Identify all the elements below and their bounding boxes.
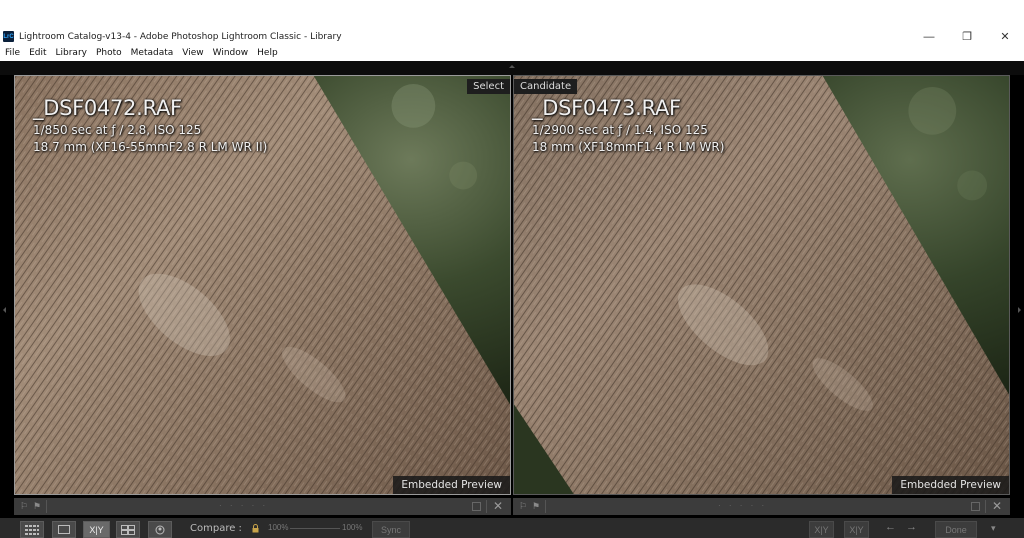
lightroom-app-icon: LrC — [3, 31, 14, 42]
toolbar-menu-chevron-icon[interactable]: ▾ — [991, 523, 996, 534]
minimize-button[interactable]: — — [910, 28, 948, 45]
grid-icon — [25, 524, 39, 535]
right-panel-arrow-icon[interactable] — [1018, 307, 1021, 313]
done-button[interactable]: Done — [935, 521, 977, 538]
star-rating[interactable]: · · · · · — [219, 501, 268, 510]
divider — [545, 500, 546, 513]
restore-button[interactable]: ❐ — [948, 28, 986, 45]
select-photo-panel[interactable]: Select _DSF0472.RAF 1/850 sec at ƒ / 2.8… — [14, 75, 511, 495]
sync-button[interactable]: Sync — [372, 521, 410, 538]
color-label-icon[interactable] — [472, 502, 481, 511]
survey-icon — [121, 524, 135, 535]
divider — [46, 500, 47, 513]
unflag-icon[interactable]: ⚐ — [20, 501, 29, 511]
grid-view-button[interactable] — [20, 521, 44, 538]
candidate-preview-badge: Embedded Preview — [892, 476, 1009, 494]
close-window-button[interactable]: ✕ — [986, 28, 1024, 45]
candidate-lens: 18 mm (XF18mmF1.4 R LM WR) — [532, 140, 725, 154]
face-icon — [155, 525, 165, 534]
candidate-info-overlay: _DSF0473.RAF 1/2900 sec at ƒ / 1.4, ISO … — [532, 96, 724, 154]
collapse-arrow-icon[interactable] — [509, 65, 515, 68]
unflag-icon[interactable]: ⚐ — [519, 501, 528, 511]
menu-library[interactable]: Library — [56, 48, 87, 58]
menu-file[interactable]: File — [5, 48, 20, 58]
menu-photo[interactable]: Photo — [96, 48, 122, 58]
swap-button[interactable]: X|Y — [809, 521, 834, 538]
zoom-slider[interactable] — [290, 528, 340, 529]
compare-label: Compare : — [190, 523, 242, 534]
people-view-button[interactable] — [148, 521, 172, 538]
bottom-toolbar: X|Y Compare : 100% 100% Sync X|Y X|Y ← →… — [0, 518, 1024, 538]
menu-edit[interactable]: Edit — [29, 48, 46, 58]
survey-view-button[interactable] — [116, 521, 140, 538]
loupe-view-button[interactable] — [52, 521, 76, 538]
next-arrow-icon[interactable]: → — [906, 521, 917, 533]
star-rating[interactable]: · · · · · — [718, 501, 767, 510]
menu-view[interactable]: View — [182, 48, 203, 58]
divider — [985, 500, 986, 513]
compare-view-button[interactable]: X|Y — [83, 521, 110, 538]
left-panel-arrow-icon[interactable] — [3, 307, 6, 313]
window-title: Lightroom Catalog-v13-4 - Adobe Photosho… — [19, 31, 342, 42]
candidate-exposure: 1/2900 sec at ƒ / 1.4, ISO 125 — [532, 123, 708, 137]
menu-metadata[interactable]: Metadata — [131, 48, 174, 58]
select-rating-bar: ⚐ ⚑ · · · · · ✕ — [14, 498, 511, 515]
zoom-right-value: 100% — [342, 523, 363, 532]
top-panel-toggle[interactable] — [0, 61, 1024, 75]
menu-help[interactable]: Help — [257, 48, 278, 58]
compare-view: Select _DSF0472.RAF 1/850 sec at ƒ / 2.8… — [0, 61, 1024, 538]
candidate-label: Candidate — [514, 79, 578, 94]
candidate-filename: _DSF0473.RAF — [532, 96, 681, 120]
pick-flag-icon[interactable]: ⚑ — [33, 501, 42, 511]
candidate-photo-panel[interactable]: Candidate _DSF0473.RAF 1/2900 sec at ƒ /… — [513, 75, 1010, 495]
zoom-left-value: 100% — [268, 523, 289, 532]
color-label-icon[interactable] — [971, 502, 980, 511]
make-select-button[interactable]: X|Y — [844, 521, 869, 538]
select-info-overlay: _DSF0472.RAF 1/850 sec at ƒ / 2.8, ISO 1… — [33, 96, 267, 154]
select-preview-badge: Embedded Preview — [393, 476, 510, 494]
window-controls: — ❐ ✕ — [910, 28, 1024, 45]
close-candidate-icon[interactable]: ✕ — [992, 499, 1002, 513]
menu-bar: File Edit Library Photo Metadata View Wi… — [0, 45, 1024, 60]
select-label: Select — [467, 79, 510, 94]
pick-flag-icon[interactable]: ⚑ — [532, 501, 541, 511]
previous-arrow-icon[interactable]: ← — [885, 521, 896, 533]
select-exposure: 1/850 sec at ƒ / 2.8, ISO 125 — [33, 123, 202, 137]
divider — [486, 500, 487, 513]
candidate-rating-bar: ⚐ ⚑ · · · · · ✕ — [513, 498, 1010, 515]
title-bar: LrC Lightroom Catalog-v13-4 - Adobe Phot… — [0, 28, 1024, 45]
lock-icon[interactable] — [252, 524, 259, 533]
select-lens: 18.7 mm (XF16-55mmF2.8 R LM WR II) — [33, 140, 268, 154]
menu-window[interactable]: Window — [213, 48, 249, 58]
close-select-icon[interactable]: ✕ — [493, 499, 503, 513]
select-filename: _DSF0472.RAF — [33, 96, 182, 120]
loupe-icon — [58, 525, 70, 534]
